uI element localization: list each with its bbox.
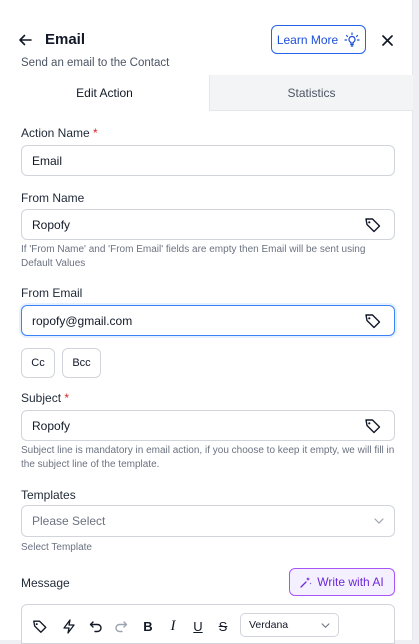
sparkle-icon (300, 577, 312, 588)
redo-icon[interactable] (113, 618, 129, 634)
lightbulb-icon (344, 31, 360, 47)
learn-more-button[interactable]: Learn More (271, 25, 366, 54)
action-name-label: Action Name * (21, 126, 98, 140)
arrow-left-icon (19, 34, 32, 46)
bold-icon[interactable]: B (140, 618, 156, 634)
from-name-value: Ropofy (32, 217, 71, 232)
back-button[interactable] (18, 31, 38, 49)
tab-bar: Edit Action Statistics (0, 75, 413, 111)
tag-icon[interactable] (364, 313, 382, 329)
message-label: Message (21, 576, 70, 590)
strikethrough-icon[interactable]: S (215, 618, 231, 634)
panel-title: Email (45, 31, 86, 48)
tag-icon[interactable] (32, 618, 48, 634)
chevron-down-icon (321, 623, 330, 629)
from-name-label: From Name (21, 191, 85, 205)
from-name-hint: If 'From Name' and 'From Email' fields a… (21, 244, 366, 269)
write-with-ai-button[interactable]: Write with AI (289, 568, 395, 596)
subject-label-text: Subject (21, 391, 62, 405)
subject-label: Subject * (21, 391, 69, 405)
from-name-input[interactable]: Ropofy (21, 209, 395, 240)
templates-placeholder: Please Select (32, 514, 106, 528)
subject-input[interactable]: Ropofy (21, 410, 395, 441)
templates-label: Templates (21, 488, 76, 502)
required-mark: * (64, 391, 70, 405)
tag-icon[interactable] (364, 217, 382, 233)
email-action-panel: Email Send an email to the Contact Learn… (0, 0, 413, 644)
close-icon (381, 34, 393, 46)
font-family-value: Verdana (249, 619, 289, 631)
editor-toolbar: B I U S Verdana (21, 604, 395, 644)
tab-edit-action[interactable]: Edit Action (0, 75, 209, 111)
from-email-label: From Email (21, 286, 83, 300)
write-with-ai-label: Write with AI (317, 575, 384, 589)
italic-icon[interactable]: I (165, 618, 181, 634)
action-name-label-text: Action Name (21, 126, 90, 140)
subject-value: Ropofy (32, 418, 71, 433)
learn-more-label: Learn More (276, 32, 339, 47)
required-mark: * (93, 126, 98, 140)
underline-icon[interactable]: U (190, 618, 206, 634)
chevron-down-icon (374, 518, 384, 524)
tab-statistics[interactable]: Statistics (209, 75, 413, 111)
tag-icon[interactable] (364, 418, 382, 434)
from-email-input[interactable]: ropofy@gmail.com (21, 305, 395, 336)
bcc-button[interactable]: Bcc (62, 348, 101, 378)
action-name-input[interactable]: Email (21, 145, 395, 176)
panel-subtitle: Send an email to the Contact (21, 57, 170, 69)
close-button[interactable] (379, 32, 395, 48)
action-name-value: Email (32, 153, 63, 168)
undo-icon[interactable] (88, 618, 104, 634)
templates-select[interactable]: Please Select (21, 505, 395, 537)
font-family-select[interactable]: Verdana (240, 613, 339, 637)
lightning-icon[interactable] (61, 618, 77, 634)
from-email-value: ropofy@gmail.com (32, 313, 133, 328)
templates-hint: Select Template (21, 542, 92, 553)
cc-button[interactable]: Cc (21, 348, 55, 378)
subject-hint: Subject line is mandatory in email actio… (21, 445, 395, 470)
